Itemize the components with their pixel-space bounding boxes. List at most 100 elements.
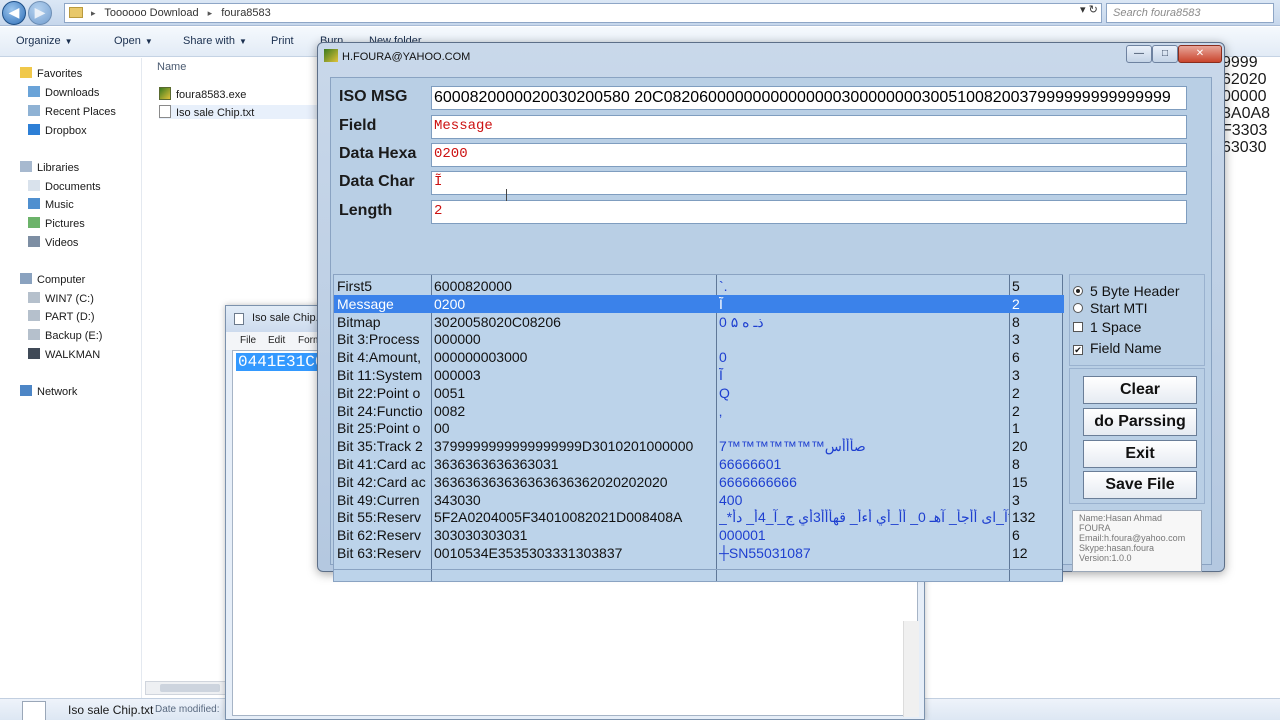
start-mti-radio[interactable]: Start MTI bbox=[1073, 300, 1148, 316]
table-row[interactable]: Bitmap 3020058020C08206 0 ذـ ه ۵ 8 bbox=[334, 313, 1064, 331]
nav-videos[interactable]: Videos bbox=[28, 236, 78, 249]
cell-char: Q bbox=[719, 384, 730, 401]
maximize-button[interactable]: □ bbox=[1152, 45, 1178, 63]
refresh-icon[interactable]: ▾ ↻ bbox=[1080, 3, 1098, 16]
app-titlebar[interactable]: H.FOURA@YAHOO.COM bbox=[324, 49, 470, 63]
computer-icon bbox=[20, 273, 32, 284]
text-file-icon bbox=[159, 105, 171, 118]
back-icon[interactable]: ◀ bbox=[2, 1, 26, 25]
table-row[interactable]: Bit 4:Amount, 000000003000 0 6 bbox=[334, 348, 1064, 366]
data-hexa-input[interactable]: 0200 bbox=[431, 143, 1187, 167]
organize-button[interactable]: Organize ▼ bbox=[16, 35, 73, 47]
table-row[interactable]: Bit 41:Card ac 3636363636363031 66666601 8 bbox=[334, 455, 1064, 473]
horizontal-scrollbar[interactable] bbox=[145, 681, 227, 695]
nav-favorites[interactable]: Favorites bbox=[20, 67, 82, 80]
organize-label: Organize bbox=[16, 35, 61, 47]
table-row[interactable]: Bit 55:Reserv 5F2A0204005F34010082021D008… bbox=[334, 508, 1064, 526]
length-input[interactable]: 2 bbox=[431, 200, 1187, 224]
nav-libraries[interactable]: Libraries bbox=[20, 161, 79, 174]
cell-field-name: Bit 25:Point o bbox=[337, 420, 421, 437]
field-input[interactable]: Message bbox=[431, 115, 1187, 139]
table-row[interactable]: Bit 35:Track 2 3799999999999999999D301020… bbox=[334, 437, 1064, 455]
documents-icon bbox=[28, 180, 40, 191]
header5-radio[interactable]: 5 Byte Header bbox=[1073, 283, 1180, 299]
menu-file[interactable]: File bbox=[240, 335, 256, 346]
data-char-input[interactable]: Ĩ bbox=[431, 171, 1187, 195]
table-row[interactable]: Bit 3:Process 000000 3 bbox=[334, 330, 1064, 348]
star-icon bbox=[20, 67, 32, 78]
nav-drive-e[interactable]: Backup (E:) bbox=[28, 329, 102, 342]
breadcrumb-item[interactable]: foura8583 bbox=[221, 7, 271, 19]
clear-button[interactable]: Clear bbox=[1083, 376, 1197, 404]
cell-length: 2 bbox=[1012, 384, 1020, 401]
table-row[interactable]: Bit 63:Reserv 0010534E3535303331303837 ┼SN… bbox=[334, 544, 1064, 562]
nav-walkman[interactable]: WALKMAN bbox=[28, 348, 100, 361]
table-row[interactable]: Bit 11:System 000003 Ĩ 3 bbox=[334, 366, 1064, 384]
nav-label: Computer bbox=[37, 274, 86, 286]
iso-msg-input[interactable]: 6000820000020030200580 20C08206000000000… bbox=[431, 86, 1187, 110]
chevron-down-icon: ▼ bbox=[64, 37, 73, 46]
breadcrumb-item[interactable]: Toooooo Download bbox=[104, 7, 198, 19]
column-header-name[interactable]: Name bbox=[157, 61, 186, 73]
parse-button[interactable]: do Parssing bbox=[1083, 408, 1197, 436]
nav-dropbox[interactable]: Dropbox bbox=[28, 124, 87, 137]
address-field[interactable]: ▸ Toooooo Download ▸ foura8583 bbox=[64, 3, 1102, 23]
vertical-scrollbar[interactable] bbox=[903, 621, 919, 717]
nav-network[interactable]: Network bbox=[20, 385, 77, 398]
one-space-checkbox[interactable]: 1 Space bbox=[1073, 319, 1141, 335]
open-button[interactable]: Open ▼ bbox=[98, 35, 153, 47]
nav-music[interactable]: Music bbox=[28, 198, 74, 211]
info-line: Email:h.foura@yahoo.com bbox=[1079, 533, 1186, 543]
nav-drive-c[interactable]: WIN7 (C:) bbox=[28, 292, 94, 305]
cell-hex: 000000 bbox=[434, 331, 481, 348]
nav-label: Libraries bbox=[37, 162, 80, 174]
parsed-fields-table[interactable]: First5 6000820000 `. 5 Message 0200 Ĩ 2 Bitmap 30… bbox=[333, 274, 1064, 582]
print-button[interactable]: Print bbox=[271, 35, 294, 47]
table-row[interactable]: Bit 42:Card ac 36363636363636363636202020… bbox=[334, 473, 1064, 491]
share-with-button[interactable]: Share with ▼ bbox=[183, 35, 247, 47]
table-row[interactable]: Bit 49:Curren 343030 400 3 bbox=[334, 491, 1064, 509]
exit-button[interactable]: Exit bbox=[1083, 440, 1197, 468]
forward-icon[interactable]: ▶ bbox=[28, 1, 52, 25]
minimize-button[interactable]: — bbox=[1126, 45, 1152, 63]
table-row[interactable]: Bit 25:Point o 00 1 bbox=[334, 419, 1064, 437]
field-value: Message bbox=[434, 118, 493, 134]
nav-computer[interactable]: Computer bbox=[20, 273, 85, 286]
iso8583-parser-window[interactable]: H.FOURA@YAHOO.COM — □ ✕ ISO MSG 60008200… bbox=[317, 42, 1225, 582]
nav-recent-places[interactable]: Recent Places bbox=[28, 105, 116, 118]
nav-label: Downloads bbox=[45, 87, 100, 99]
table-row[interactable]: Bit 22:Point o 0051 Q 2 bbox=[334, 384, 1064, 402]
nav-pictures[interactable]: Pictures bbox=[28, 217, 85, 230]
file-item[interactable]: foura8583.exe bbox=[159, 87, 246, 101]
libraries-icon bbox=[20, 161, 32, 172]
cell-field-name: Bit 35:Track 2 bbox=[337, 438, 423, 455]
device-icon bbox=[28, 348, 40, 359]
radio-icon bbox=[1073, 303, 1083, 313]
table-row[interactable]: Message 0200 Ĩ 2 bbox=[334, 294, 1064, 313]
cell-field-name: Bit 24:Functio bbox=[337, 402, 423, 419]
nav-label: Recent Places bbox=[45, 106, 116, 118]
length-value: 2 bbox=[434, 203, 443, 219]
scrollbar-thumb[interactable] bbox=[160, 684, 220, 692]
cell-hex: 6000820000 bbox=[434, 278, 512, 294]
cell-hex: 000003 bbox=[434, 367, 481, 383]
network-icon bbox=[20, 385, 32, 396]
file-item[interactable]: Iso sale Chip.txt bbox=[159, 105, 325, 119]
data-char-label: Data Char bbox=[339, 173, 415, 190]
table-row[interactable]: Bit 62:Reserv 303030303031 000001 6 bbox=[334, 526, 1064, 544]
nav-documents[interactable]: Documents bbox=[28, 180, 101, 193]
cell-hex: 00 bbox=[434, 420, 450, 437]
menu-edit[interactable]: Edit bbox=[268, 335, 285, 346]
cell-length: 6 bbox=[1012, 527, 1020, 544]
search-input[interactable]: Search foura8583 bbox=[1106, 3, 1274, 23]
table-row[interactable]: First5 6000820000 `. 5 bbox=[334, 277, 1064, 295]
table-row[interactable]: Bit 24:Functio 0082 ‚ 2 bbox=[334, 402, 1064, 420]
nav-drive-d[interactable]: PART (D:) bbox=[28, 310, 95, 323]
nav-downloads[interactable]: Downloads bbox=[28, 86, 99, 99]
save-file-button[interactable]: Save File bbox=[1083, 471, 1197, 499]
folder-icon bbox=[69, 7, 83, 18]
close-button[interactable]: ✕ bbox=[1178, 45, 1222, 63]
field-name-checkbox[interactable]: ✔ Field Name bbox=[1073, 340, 1162, 356]
nav-label: WIN7 (C:) bbox=[45, 293, 94, 305]
nav-label: Documents bbox=[45, 181, 101, 193]
